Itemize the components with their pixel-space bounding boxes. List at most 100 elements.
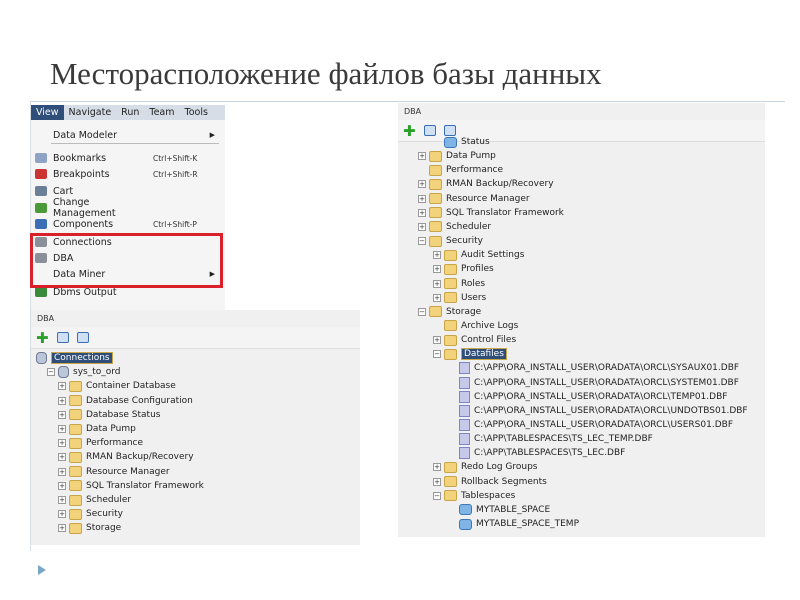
expand-icon[interactable]: +	[433, 279, 441, 288]
expand-icon[interactable]: +	[58, 410, 66, 419]
tree-node[interactable]: + Container Database	[58, 379, 176, 393]
expand-icon[interactable]: +	[418, 222, 426, 231]
tree-node[interactable]: C:\APP\ORA_INSTALL_USER\ORADATA\ORCL\TEM…	[448, 390, 727, 404]
tree-node[interactable]: C:\APP\ORA_INSTALL_USER\ORADATA\ORCL\SYS…	[448, 361, 739, 375]
tree-node[interactable]: + Rollback Segments	[433, 475, 547, 489]
tree-node[interactable]: + Resource Manager	[418, 192, 530, 206]
tree-node[interactable]: MYTABLE_SPACE_TEMP	[448, 517, 579, 531]
tree-node[interactable]: MYTABLE_SPACE	[448, 503, 550, 517]
tree-node[interactable]: − Tablespaces	[433, 489, 515, 503]
menu-item-bookmarks[interactable]: Bookmarks Ctrl+Shift-K	[31, 150, 225, 166]
expand-icon[interactable]: +	[418, 194, 426, 203]
menu-item-label: Data Modeler	[53, 129, 117, 141]
menu-item-components[interactable]: Components Ctrl+Shift-P	[31, 216, 225, 232]
tree-node[interactable]: − Security	[418, 234, 483, 248]
folder-icon	[69, 395, 82, 407]
expand-icon[interactable]: +	[58, 524, 66, 533]
menu-navigate[interactable]: Navigate	[64, 107, 117, 118]
blank-icon	[35, 130, 47, 140]
tree-node-label: C:\APP\ORA_INSTALL_USER\ORADATA\ORCL\USE…	[474, 420, 733, 430]
menu-item-label: Dbms Output	[53, 286, 117, 298]
expand-icon[interactable]: +	[58, 467, 66, 476]
expand-icon[interactable]: +	[433, 477, 441, 486]
collapse-node-icon[interactable]: −	[418, 237, 426, 246]
tree-node[interactable]: + Roles	[433, 277, 485, 291]
tree-node[interactable]: + SQL Translator Framework	[418, 206, 564, 220]
expand-icon[interactable]: +	[58, 425, 66, 433]
expand-icon[interactable]: +	[433, 265, 441, 274]
expand-icon[interactable]: +	[58, 496, 66, 504]
expand-icon[interactable]: +	[58, 439, 66, 448]
menu-run[interactable]: Run	[116, 107, 144, 118]
expand-icon[interactable]: +	[58, 396, 66, 405]
tree-node[interactable]: − sys_to_ord	[47, 365, 121, 379]
menu-item-shortcut: Ctrl+Shift-P	[153, 219, 197, 229]
tree-node-label: Resource Manager	[86, 466, 170, 477]
tree-node[interactable]: + Control Files	[433, 333, 516, 347]
tree-node[interactable]: C:\APP\ORA_INSTALL_USER\ORADATA\ORCL\UND…	[448, 404, 748, 418]
tree-node[interactable]: + Database Configuration	[58, 394, 193, 408]
tree-node[interactable]: + Audit Settings	[433, 248, 524, 262]
tree-node[interactable]: + Database Status	[58, 408, 160, 422]
tree-node[interactable]: + Security	[58, 507, 123, 521]
collapse-node-icon[interactable]: −	[418, 307, 426, 316]
datafile-icon	[459, 433, 470, 446]
tree-node[interactable]: + RMAN Backup/Recovery	[58, 450, 194, 464]
menu-item-breakpoints[interactable]: Breakpoints Ctrl+Shift-R	[31, 166, 225, 182]
tree-node[interactable]: C:\APP\TABLESPACES\TS_LEC_TEMP.DBF	[448, 432, 653, 446]
tree-node[interactable]: Connections	[36, 351, 113, 365]
tree-node[interactable]: + Scheduler	[58, 493, 131, 507]
expand-icon[interactable]: +	[58, 481, 66, 490]
tree-node[interactable]: C:\APP\TABLESPACES\TS_LEC.DBF	[448, 446, 625, 460]
tree-node[interactable]: + RMAN Backup/Recovery	[418, 177, 554, 191]
expand-icon[interactable]: +	[433, 251, 441, 260]
expand-icon[interactable]: +	[418, 208, 426, 217]
tree-node-label: MYTABLE_SPACE	[476, 504, 551, 515]
tree-node-label: SQL Translator Framework	[446, 207, 564, 218]
expand-icon[interactable]: +	[418, 180, 426, 189]
expand-icon[interactable]: +	[58, 510, 66, 519]
collapse-node-icon[interactable]: −	[433, 491, 441, 500]
collapse-icon[interactable]	[76, 332, 89, 343]
tree-node[interactable]: Archive Logs	[433, 319, 518, 333]
add-connection-icon[interactable]: ✚	[36, 329, 49, 347]
tree-node[interactable]: C:\APP\ORA_INSTALL_USER\ORADATA\ORCL\SYS…	[448, 376, 739, 390]
tree-node[interactable]: + SQL Translator Framework	[58, 479, 204, 493]
expand-icon[interactable]: +	[433, 293, 441, 302]
folder-icon	[429, 306, 442, 318]
menu-tools[interactable]: Tools	[180, 107, 213, 118]
menu-team[interactable]: Team	[144, 107, 179, 118]
tree-node[interactable]: + Redo Log Groups	[433, 460, 538, 474]
tablespace-icon	[459, 504, 472, 516]
tree-node[interactable]: + Profiles	[433, 262, 494, 276]
menu-item-shortcut: Ctrl+Shift-R	[153, 169, 198, 179]
refresh-icon[interactable]	[56, 332, 69, 343]
folder-icon	[429, 221, 442, 233]
tree-node[interactable]: + Storage	[58, 521, 121, 535]
datafile-icon	[459, 419, 470, 431]
tree-node[interactable]: + Users	[433, 291, 486, 305]
tree-node[interactable]: + Data Pump	[58, 422, 136, 436]
tree-node[interactable]: + Data Pump	[418, 149, 496, 163]
expand-icon[interactable]: +	[58, 382, 66, 391]
tree-node[interactable]: + Performance	[58, 436, 143, 450]
expand-icon[interactable]: +	[433, 463, 441, 472]
tree-node[interactable]: + Scheduler	[418, 220, 491, 234]
tree-node[interactable]: C:\APP\ORA_INSTALL_USER\ORADATA\ORCL\USE…	[448, 418, 733, 432]
tree-node[interactable]: + Resource Manager	[58, 465, 170, 479]
tree-node-label: C:\APP\ORA_INSTALL_USER\ORADATA\ORCL\UND…	[474, 405, 748, 416]
collapse-node-icon[interactable]: −	[47, 368, 55, 377]
menu-item-data-modeler[interactable]: Data Modeler ▶	[31, 127, 225, 143]
add-connection-icon[interactable]: ✚	[403, 122, 416, 140]
expand-icon[interactable]: +	[433, 336, 441, 345]
tree-node[interactable]: − Storage	[418, 305, 481, 319]
expand-icon[interactable]: +	[58, 453, 66, 462]
tree-node-label: MYTABLE_SPACE_TEMP	[476, 519, 580, 530]
menu-item-change-management[interactable]: Change Management	[31, 197, 225, 219]
menu-view[interactable]: View	[31, 105, 64, 120]
tree-node[interactable]: Performance	[418, 163, 503, 177]
tree-node[interactable]: − Datafiles	[433, 347, 507, 361]
collapse-node-icon[interactable]: −	[433, 350, 441, 359]
tree-node[interactable]: Status	[433, 135, 490, 149]
expand-icon[interactable]: +	[418, 152, 426, 161]
